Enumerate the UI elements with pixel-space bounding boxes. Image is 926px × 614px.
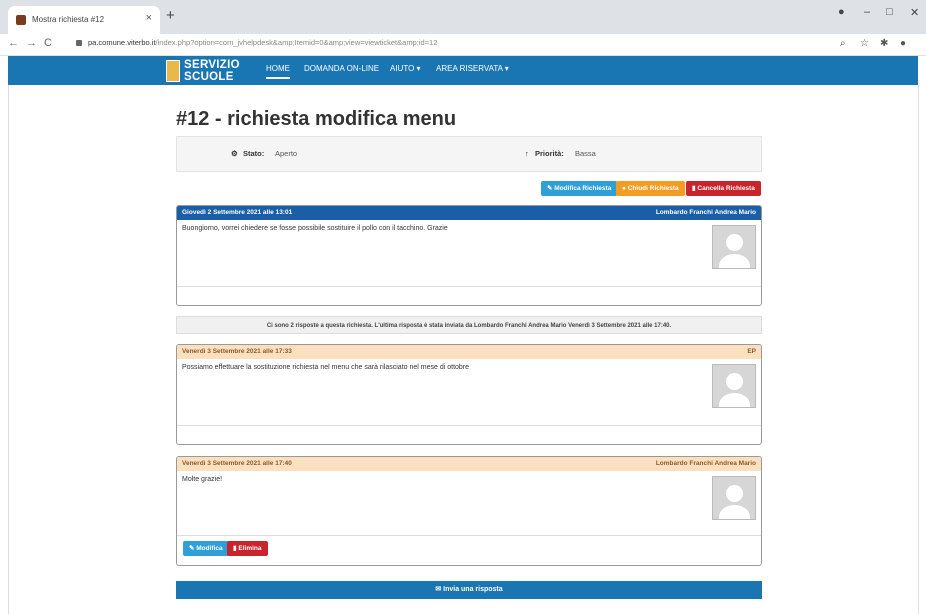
status-label: Stato:: [243, 149, 265, 158]
message-header: Giovedì 2 Settembre 2021 alle 13:01 Lomb…: [177, 206, 761, 220]
message-body: Buongiorno, vorrei chiedere se fosse pos…: [177, 220, 761, 237]
site-logo[interactable]: SERVIZIO SCUOLE: [166, 58, 246, 86]
url-field[interactable]: pa.comune.viterbo.it/index.php?option=co…: [76, 38, 437, 47]
page-title: #12 - richiesta modifica menu: [176, 108, 457, 130]
page-border-left: [8, 85, 9, 614]
lock-icon: [76, 40, 82, 47]
minimize-icon[interactable]: –: [864, 6, 870, 18]
priority-value: Bassa: [575, 149, 596, 158]
url-path: /index.php?option=com_jvhelpdesk&amp;Ite…: [155, 38, 438, 47]
message-panel: Venerdì 3 Settembre 2021 alle 17:33 EP P…: [176, 344, 762, 445]
reload-icon[interactable]: C: [44, 37, 52, 49]
edit-request-button[interactable]: ✎ Modifica Richiesta: [541, 181, 618, 196]
status-value: Aperto: [275, 149, 298, 158]
message-body: Possiamo effettuare la sostituzione rich…: [177, 359, 761, 376]
message-body: Molte grazie!: [177, 471, 761, 488]
menu-domanda-online[interactable]: DOMANDA ON-LINE: [304, 64, 379, 73]
message-panel: Venerdì 3 Settembre 2021 alle 17:40 Lomb…: [176, 456, 762, 566]
logo-line-2: SCUOLE: [184, 71, 234, 83]
message-header: Venerdì 3 Settembre 2021 alle 17:40 Lomb…: [177, 457, 761, 471]
browser-tab[interactable]: Mostra richiesta #12 ×: [8, 6, 160, 34]
profile-icon[interactable]: ●: [838, 6, 845, 18]
maximize-icon[interactable]: □: [886, 6, 893, 18]
replies-info: Ci sono 2 risposte a questa richiesta. L…: [176, 316, 762, 334]
user-avatar-icon: [712, 364, 756, 408]
close-request-button[interactable]: ● Chiudi Richiesta: [616, 181, 685, 196]
message-date: Giovedì 2 Settembre 2021 alle 13:01: [182, 209, 293, 216]
message-author: EP: [747, 348, 756, 355]
message-date: Venerdì 3 Settembre 2021 alle 17:33: [182, 348, 292, 355]
logo-line-1: SERVIZIO: [184, 59, 240, 71]
ticket-info-box: ⚙ Stato: Aperto ↑ Priorità: Bassa: [176, 136, 762, 172]
url-host: pa.comune.viterbo.it: [88, 38, 156, 47]
address-bar: ← → C pa.comune.viterbo.it/index.php?opt…: [0, 34, 926, 56]
tab-close-icon[interactable]: ×: [146, 12, 152, 24]
back-icon[interactable]: ←: [8, 37, 19, 49]
message-text: Buongiorno, vorrei chiedere se fosse pos…: [182, 225, 448, 232]
delete-request-button[interactable]: ▮ Cancella Richiesta: [686, 181, 761, 196]
message-author: Lombardo Franchi Andrea Mario: [655, 460, 756, 467]
tab-title: Mostra richiesta #12: [32, 15, 105, 24]
close-window-icon[interactable]: ✕: [910, 6, 919, 19]
message-text: Molte grazie!: [182, 476, 223, 483]
star-icon[interactable]: ☆: [860, 38, 869, 49]
message-date: Venerdì 3 Settembre 2021 alle 17:40: [182, 460, 292, 467]
user-avatar-icon: [712, 225, 756, 269]
user-avatar-icon: [712, 476, 756, 520]
message-text: Possiamo effettuare la sostituzione rich…: [182, 364, 470, 371]
site-favicon-icon: [16, 15, 26, 25]
message-footer-divider: [177, 425, 761, 426]
forward-icon[interactable]: →: [26, 37, 37, 49]
search-icon[interactable]: ⌕: [840, 38, 846, 49]
message-header: Venerdì 3 Settembre 2021 alle 17:33 EP: [177, 345, 761, 359]
priority-icon: ↑: [525, 149, 529, 158]
message-footer-divider: [177, 286, 761, 287]
browser-tab-bar: Mostra richiesta #12 × + ● – □ ✕: [0, 0, 926, 34]
crest-icon: [166, 60, 180, 82]
extensions-icon[interactable]: ✱: [880, 38, 888, 49]
send-reply-button[interactable]: ✉ Invia una risposta: [176, 581, 762, 599]
menu-area-riservata[interactable]: AREA RISERVATA ▾: [436, 64, 509, 73]
edit-message-button[interactable]: ✎ Modifica: [183, 541, 229, 556]
delete-message-button[interactable]: ▮ Elimina: [227, 541, 268, 556]
menu-home[interactable]: HOME: [266, 64, 290, 79]
menu-aiuto[interactable]: AIUTO ▾: [390, 64, 421, 73]
page-border-right: [918, 85, 919, 614]
status-icon: ⚙: [231, 149, 238, 158]
message-author: Lombardo Franchi Andrea Mario: [655, 209, 756, 216]
priority-label: Priorità:: [535, 149, 564, 158]
message-footer-divider: [177, 535, 761, 536]
new-tab-icon[interactable]: +: [166, 7, 175, 24]
account-icon[interactable]: ●: [900, 38, 906, 49]
message-panel: Giovedì 2 Settembre 2021 alle 13:01 Lomb…: [176, 205, 762, 306]
